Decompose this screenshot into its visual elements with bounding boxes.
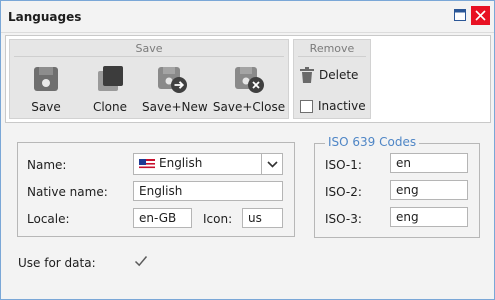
- locale-field[interactable]: en-GB: [133, 208, 192, 228]
- remove-group-title: Remove: [309, 42, 355, 55]
- trash-icon: [300, 67, 314, 83]
- locale-label: Locale:: [27, 212, 70, 226]
- icon-label: Icon:: [203, 212, 233, 226]
- save-new-label: Save+New: [142, 100, 208, 114]
- restore-icon: [454, 9, 466, 21]
- native-name-label: Native name:: [27, 185, 108, 199]
- iso-codes-panel: ISO-1: en ISO-2: eng ISO-3: eng: [314, 143, 480, 238]
- flag-uk-icon: [139, 159, 155, 170]
- use-for-data-label: Use for data:: [18, 256, 96, 270]
- languages-window: Languages Save Save Clone Save+New Save+…: [0, 0, 495, 300]
- iso-codes-legend: ISO 639 Codes: [325, 135, 420, 149]
- restore-button[interactable]: [454, 9, 466, 21]
- iso1-field[interactable]: en: [390, 153, 468, 173]
- language-details-panel: Name: English Native name: English Local…: [17, 142, 295, 237]
- title-bar[interactable]: Languages: [1, 1, 494, 33]
- iso3-label: ISO-3:: [325, 212, 362, 226]
- save-new-button[interactable]: Save+New: [142, 62, 208, 116]
- name-label: Name:: [27, 158, 67, 172]
- floppy-disk-icon: [34, 67, 58, 91]
- save-group-separator: [14, 56, 284, 57]
- iso1-label: ISO-1:: [325, 158, 362, 172]
- inactive-checkbox[interactable]: [300, 99, 313, 113]
- form-area: Name: English Native name: English Local…: [5, 125, 489, 293]
- delete-button[interactable]: Delete: [300, 65, 358, 85]
- clone-icon: [98, 66, 123, 91]
- save-group: Save Save Clone Save+New Save+Close: [9, 39, 289, 119]
- name-value: English: [159, 156, 203, 170]
- clone-label: Clone: [92, 100, 128, 114]
- remove-group-separator: [298, 56, 366, 57]
- iso2-field[interactable]: eng: [390, 180, 468, 200]
- delete-label: Delete: [319, 68, 359, 82]
- clone-button[interactable]: Clone: [80, 62, 140, 116]
- save-button[interactable]: Save: [16, 62, 76, 116]
- iso2-label: ISO-2:: [325, 185, 362, 199]
- inactive-toggle[interactable]: Inactive: [300, 96, 366, 116]
- checkmark-icon: [134, 256, 148, 267]
- save-close-button[interactable]: Save+Close: [212, 62, 286, 116]
- save-close-icon: [235, 67, 264, 93]
- icon-field[interactable]: us: [242, 208, 283, 228]
- save-new-icon: [158, 67, 187, 93]
- save-label: Save: [31, 100, 61, 114]
- remove-group: Remove Delete Inactive: [293, 39, 371, 119]
- close-icon: [475, 10, 486, 21]
- iso3-field[interactable]: eng: [390, 207, 468, 227]
- name-dropdown-button[interactable]: [261, 154, 282, 174]
- close-button[interactable]: [471, 6, 490, 25]
- window-title: Languages: [8, 10, 82, 24]
- native-name-field[interactable]: English: [133, 181, 283, 201]
- chevron-down-icon: [266, 160, 278, 168]
- use-for-data-checkbox[interactable]: [134, 254, 148, 268]
- save-close-label: Save+Close: [212, 100, 286, 114]
- inactive-label: Inactive: [318, 99, 366, 113]
- name-combobox[interactable]: English: [133, 153, 283, 175]
- ribbon-toolbar: Save Save Clone Save+New Save+Close Remo…: [5, 35, 491, 123]
- save-group-title: Save: [135, 42, 163, 55]
